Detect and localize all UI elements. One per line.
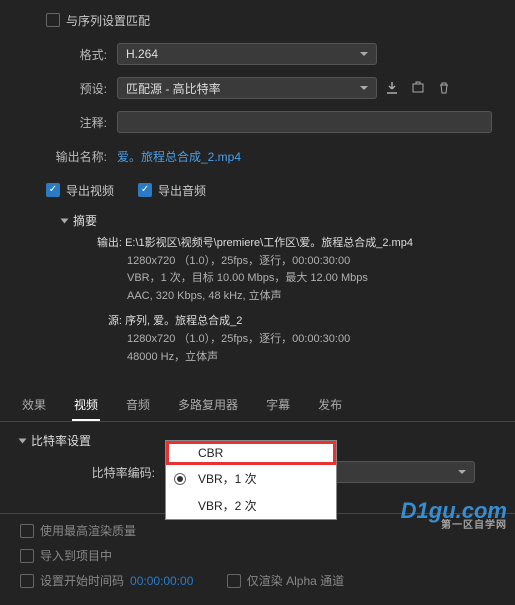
- tab-audio[interactable]: 音频: [124, 390, 152, 421]
- summary-output: 输出: E:\1影视区\视频号\premiere\工作区\爱。旅程总合成_2.m…: [87, 235, 503, 305]
- import-project-label: 导入到项目中: [40, 547, 112, 564]
- match-sequence-checkbox[interactable]: [46, 13, 60, 27]
- bitrate-section-title: 比特率设置: [31, 432, 91, 449]
- output-name-label: 输出名称:: [12, 148, 117, 165]
- bitrate-encoding-label: 比特率编码:: [20, 464, 165, 481]
- preset-dropdown[interactable]: 匹配源 - 高比特率: [117, 77, 377, 99]
- option-cbr[interactable]: CBR: [166, 441, 336, 465]
- option-vbr-2pass[interactable]: VBR，2 次: [166, 492, 336, 519]
- option-vbr-1pass[interactable]: VBR，1 次: [166, 465, 336, 492]
- tab-effects[interactable]: 效果: [20, 390, 48, 421]
- max-quality-checkbox[interactable]: [20, 524, 34, 538]
- import-preset-icon[interactable]: [407, 77, 429, 99]
- preset-value: 匹配源 - 高比特率: [126, 80, 221, 97]
- tab-publish[interactable]: 发布: [316, 390, 344, 421]
- export-audio-checkbox[interactable]: [138, 183, 152, 197]
- format-value: H.264: [126, 47, 158, 61]
- tab-captions[interactable]: 字幕: [264, 390, 292, 421]
- tab-multiplexer[interactable]: 多路复用器: [176, 390, 240, 421]
- render-alpha-label: 仅渲染 Alpha 通道: [247, 572, 344, 589]
- export-audio-label: 导出音频: [158, 182, 206, 199]
- export-video-label: 导出视频: [66, 182, 114, 199]
- format-label: 格式:: [12, 46, 117, 63]
- watermark: D1gu.com 第一区自学网: [401, 501, 507, 530]
- comment-label: 注释:: [12, 114, 117, 131]
- start-timecode-checkbox[interactable]: [20, 574, 34, 588]
- start-timecode-value: 00:00:00:00: [130, 574, 193, 588]
- tab-video[interactable]: 视频: [72, 390, 100, 421]
- preset-label: 预设:: [12, 80, 117, 97]
- chevron-down-icon[interactable]: [19, 438, 27, 443]
- summary-source: 源: 序列, 爱。旅程总合成_2 1280x720 （1.0），25fps，逐行…: [87, 313, 503, 366]
- delete-preset-icon[interactable]: [433, 77, 455, 99]
- chevron-down-icon[interactable]: [61, 218, 69, 223]
- radio-selected-icon: [174, 473, 186, 485]
- comment-input[interactable]: [117, 111, 492, 133]
- match-sequence-label: 与序列设置匹配: [66, 12, 150, 29]
- export-video-checkbox[interactable]: [46, 183, 60, 197]
- format-dropdown[interactable]: H.264: [117, 43, 377, 65]
- start-timecode-label: 设置开始时间码: [40, 572, 124, 589]
- max-quality-label: 使用最高渲染质量: [40, 522, 136, 539]
- bitrate-encoding-menu: CBR VBR，1 次 VBR，2 次: [165, 440, 337, 520]
- summary-title: 摘要: [73, 212, 97, 229]
- download-preset-icon[interactable]: [381, 77, 403, 99]
- output-name-link[interactable]: 爱。旅程总合成_2.mp4: [117, 148, 241, 165]
- import-project-checkbox[interactable]: [20, 549, 34, 563]
- render-alpha-checkbox[interactable]: [227, 574, 241, 588]
